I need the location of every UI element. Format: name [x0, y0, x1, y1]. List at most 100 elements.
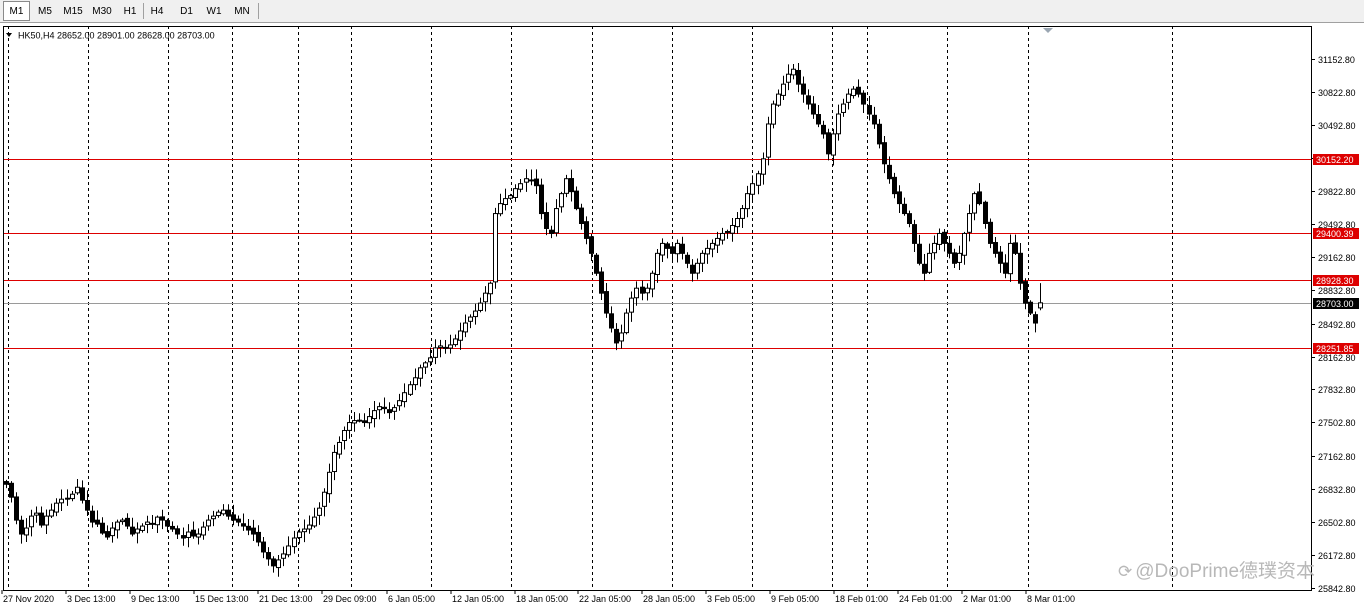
candle[interactable] [120, 517, 125, 525]
candle[interactable] [761, 152, 766, 185]
candle[interactable] [488, 281, 493, 305]
candle[interactable] [1038, 283, 1043, 311]
candle[interactable] [236, 515, 241, 527]
candle[interactable] [226, 504, 231, 520]
candle[interactable] [524, 169, 529, 192]
candle[interactable] [1018, 243, 1023, 290]
candle[interactable] [867, 96, 872, 121]
candle[interactable] [993, 236, 998, 258]
candle[interactable] [836, 104, 841, 141]
candle[interactable] [645, 283, 650, 301]
candle[interactable] [211, 510, 216, 527]
candle[interactable] [292, 530, 297, 554]
candle[interactable] [756, 170, 761, 195]
candle[interactable] [413, 368, 418, 391]
candle[interactable] [186, 524, 191, 548]
candle[interactable] [877, 119, 882, 149]
candle[interactable] [972, 191, 977, 221]
candle[interactable] [458, 322, 463, 350]
candle[interactable] [614, 323, 619, 351]
candle[interactable] [256, 525, 261, 547]
candle[interactable] [554, 199, 559, 237]
candle[interactable] [902, 197, 907, 216]
candle[interactable] [650, 270, 655, 298]
candle[interactable] [675, 239, 680, 263]
candle[interactable] [342, 426, 347, 450]
candle[interactable] [49, 503, 54, 519]
candle[interactable] [700, 250, 705, 273]
candle[interactable] [312, 507, 317, 528]
candle[interactable] [1008, 234, 1013, 282]
candle[interactable] [317, 502, 322, 525]
candle[interactable] [670, 244, 675, 263]
candle[interactable] [952, 248, 957, 269]
candle[interactable] [251, 519, 256, 541]
candle[interactable] [135, 522, 140, 544]
candle[interactable] [34, 506, 39, 523]
candle[interactable] [584, 216, 589, 245]
candle[interactable] [70, 490, 75, 502]
candle[interactable] [372, 400, 377, 428]
candle[interactable] [932, 235, 937, 260]
candle[interactable] [347, 414, 352, 439]
candle[interactable] [922, 254, 927, 281]
candle[interactable] [433, 339, 438, 365]
candle[interactable] [387, 402, 392, 419]
candle[interactable] [468, 314, 473, 329]
candle[interactable] [246, 519, 251, 536]
candle[interactable] [574, 186, 579, 211]
candle[interactable] [715, 231, 720, 254]
candle[interactable] [382, 397, 387, 414]
candle[interactable] [977, 183, 982, 206]
candle[interactable] [90, 505, 95, 528]
candle[interactable] [1033, 311, 1038, 333]
candle[interactable] [150, 514, 155, 530]
candle[interactable] [181, 527, 186, 546]
candle[interactable] [534, 169, 539, 195]
candle[interactable] [397, 393, 402, 411]
candle[interactable] [24, 518, 29, 542]
candle[interactable] [998, 246, 1003, 273]
candle[interactable] [513, 184, 518, 202]
candle[interactable] [408, 381, 413, 397]
candle[interactable] [735, 212, 740, 234]
candle[interactable] [781, 75, 786, 101]
candle[interactable] [892, 172, 897, 199]
candle[interactable] [907, 210, 912, 228]
candle[interactable] [362, 413, 367, 427]
candle[interactable] [897, 185, 902, 213]
candle[interactable] [337, 436, 342, 459]
candle[interactable] [539, 178, 544, 220]
candle[interactable] [483, 286, 488, 312]
candle[interactable] [54, 498, 59, 517]
candle[interactable] [947, 236, 952, 259]
candle[interactable] [872, 106, 877, 129]
candle[interactable] [791, 63, 796, 80]
candle[interactable] [175, 525, 180, 540]
candle[interactable] [418, 364, 423, 387]
candle[interactable] [861, 90, 866, 114]
candle[interactable] [730, 218, 735, 242]
candle[interactable] [155, 515, 160, 533]
candle[interactable] [95, 510, 100, 527]
candle[interactable] [569, 169, 574, 202]
candle[interactable] [549, 225, 554, 239]
candle[interactable] [1003, 254, 1008, 279]
candle[interactable] [927, 243, 932, 274]
candle[interactable] [443, 340, 448, 354]
candle[interactable] [160, 509, 165, 530]
candle[interactable] [720, 227, 725, 245]
candle[interactable] [619, 324, 624, 349]
candle[interactable] [29, 509, 34, 537]
candle[interactable] [65, 489, 70, 506]
candle[interactable] [771, 100, 776, 129]
candle[interactable] [75, 479, 80, 495]
candle[interactable] [281, 546, 286, 567]
candle[interactable] [983, 200, 988, 229]
candle[interactable] [796, 63, 801, 93]
candle[interactable] [599, 267, 604, 301]
candle[interactable] [957, 245, 962, 270]
candle[interactable] [887, 156, 892, 184]
candle[interactable] [261, 537, 266, 559]
candle[interactable] [130, 517, 135, 537]
